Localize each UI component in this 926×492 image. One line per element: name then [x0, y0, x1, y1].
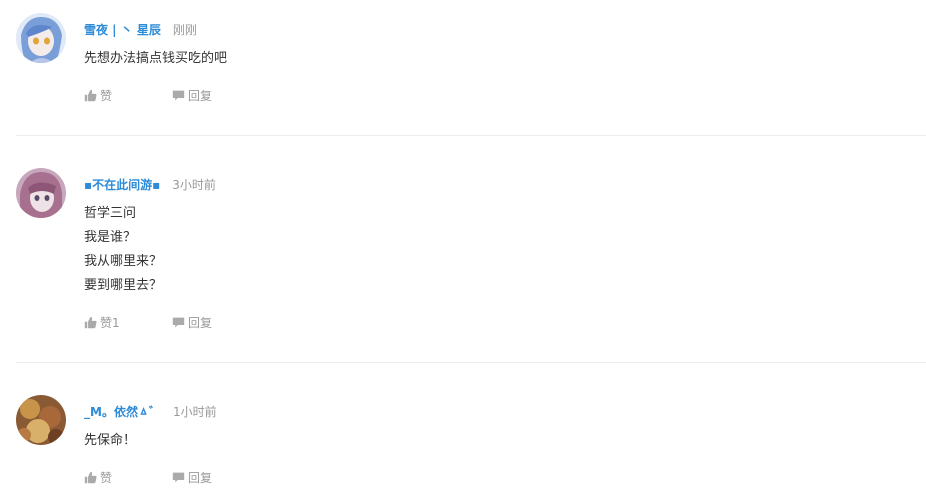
username[interactable]: _M。依然ㅿ゛ [84, 405, 161, 419]
timestamp: 3小时前 [172, 178, 216, 192]
thumbs-up-icon [84, 89, 97, 102]
like-label: 赞 [100, 471, 113, 485]
avatar[interactable] [16, 395, 66, 445]
timestamp: 1小时前 [172, 405, 217, 419]
timestamp: 刚刚 [172, 23, 197, 37]
comment-text: 哲学三问 我是谁？ 我从哪里来？ 要到哪里去？ [84, 202, 162, 298]
speech-bubble-icon [172, 472, 185, 483]
comment-line: 我是谁？ [84, 230, 137, 245]
reply-label: 回复 [188, 316, 213, 330]
comment-line: 先保命！ [84, 433, 137, 448]
comment-item: 雪夜 | 丶 星辰 刚刚 先想办法搞点钱买吃的吧 赞 回复 [0, 0, 926, 136]
comment-meta: ▪不在此间游▪ 3小时前 [84, 175, 216, 193]
like-button[interactable]: 赞 [84, 87, 112, 105]
reply-button[interactable]: 回复 [172, 469, 212, 487]
comment-text: 先保命！ [84, 429, 136, 453]
thumbs-up-icon [84, 471, 97, 484]
comment-line: 我从哪里来？ [84, 254, 163, 269]
comment-text: 先想办法搞点钱买吃的吧 [84, 47, 227, 71]
comment-meta: _M。依然ㅿ゛ 1小时前 [84, 402, 217, 420]
thumbs-up-icon [84, 316, 97, 329]
reply-label: 回复 [188, 89, 213, 103]
like-label: 赞 [100, 89, 113, 103]
comment-item: ▪不在此间游▪ 3小时前 哲学三问 我是谁？ 我从哪里来？ 要到哪里去？ 赞1 回… [0, 136, 926, 363]
username[interactable]: 雪夜 | 丶 星辰 [84, 23, 161, 37]
speech-bubble-icon [172, 90, 185, 101]
speech-bubble-icon [172, 317, 185, 328]
reply-button[interactable]: 回复 [172, 314, 212, 332]
comment-line: 哲学三问 [84, 206, 137, 221]
like-label: 赞1 [100, 316, 120, 330]
reply-label: 回复 [188, 471, 213, 485]
avatar[interactable] [16, 168, 66, 218]
like-button[interactable]: 赞1 [84, 314, 120, 332]
comment-line: 要到哪里去？ [84, 278, 163, 293]
like-button[interactable]: 赞 [84, 469, 112, 487]
comment-meta: 雪夜 | 丶 星辰 刚刚 [84, 20, 197, 38]
reply-button[interactable]: 回复 [172, 87, 212, 105]
comment-line: 先想办法搞点钱买吃的吧 [84, 51, 228, 66]
username[interactable]: ▪不在此间游▪ [84, 178, 160, 192]
comment-item: _M。依然ㅿ゛ 1小时前 先保命！ 赞 回复 [0, 363, 926, 492]
avatar[interactable] [16, 13, 66, 63]
